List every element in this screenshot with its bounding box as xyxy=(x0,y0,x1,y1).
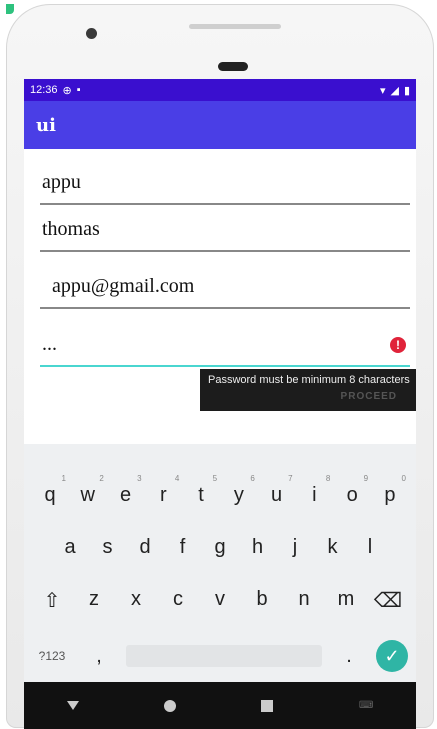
first-name-input[interactable] xyxy=(40,165,410,199)
backspace-icon[interactable]: ⌫ xyxy=(370,588,406,613)
back-icon[interactable] xyxy=(66,701,79,710)
keyboard-row-2: asdfghjkl xyxy=(24,536,416,559)
shift-icon[interactable]: ⇧ xyxy=(34,588,70,613)
check-icon[interactable]: ✓ xyxy=(376,640,408,672)
key-o[interactable]: o9 xyxy=(334,474,370,507)
key-hint: 8 xyxy=(325,474,331,483)
key-hint: 6 xyxy=(250,474,255,483)
key-hint: 1 xyxy=(61,474,66,483)
keyboard-switch-icon[interactable]: ⌨ xyxy=(359,700,373,711)
app-bar: ui xyxy=(24,101,416,149)
key-y[interactable]: y6 xyxy=(221,474,257,507)
key-w[interactable]: w2 xyxy=(70,474,106,507)
key-d[interactable]: d xyxy=(127,536,163,559)
key-hint: 4 xyxy=(174,474,180,483)
key-i[interactable]: i8 xyxy=(296,474,332,507)
key-label: q xyxy=(44,484,56,506)
recording-indicator xyxy=(6,4,14,14)
recent-apps-icon[interactable] xyxy=(261,699,274,712)
status-bar: 12:36 ⊕ ▪ ▾ ◢ ▮ xyxy=(24,79,416,101)
key-a[interactable]: a xyxy=(52,536,88,559)
last-name-field[interactable] xyxy=(40,212,410,252)
key-label: i xyxy=(312,484,317,506)
key-hint: 2 xyxy=(99,474,104,483)
email-field[interactable] xyxy=(40,269,410,309)
error-message: Password must be minimum 8 characters xyxy=(208,374,410,386)
key-f[interactable]: f xyxy=(165,536,201,559)
key-e[interactable]: e3 xyxy=(108,474,144,507)
key-u[interactable]: u7 xyxy=(259,474,295,507)
key-hint: 0 xyxy=(401,474,406,483)
key-label: y xyxy=(233,484,244,506)
key-k[interactable]: k xyxy=(315,536,351,559)
key-label: e xyxy=(119,484,132,506)
key-b[interactable]: b xyxy=(244,588,280,613)
sync-icon: ⊕ xyxy=(62,84,72,97)
key-hint: 5 xyxy=(212,474,218,483)
key-label: r xyxy=(159,484,167,506)
key-label: w xyxy=(80,484,95,506)
error-icon[interactable]: ! xyxy=(390,337,406,353)
period-key[interactable]: . xyxy=(331,645,367,668)
home-icon[interactable] xyxy=(164,699,177,712)
key-label: u xyxy=(271,484,283,506)
earpiece xyxy=(189,24,281,29)
error-tooltip: Password must be minimum 8 characters PR… xyxy=(200,369,416,411)
key-label: p xyxy=(384,484,396,506)
comma-key[interactable]: , xyxy=(81,645,117,668)
symbols-key[interactable]: ?123 xyxy=(32,649,72,663)
key-n[interactable]: n xyxy=(286,588,322,613)
last-name-underline xyxy=(40,250,410,252)
keyboard-row-1: q1w2e3r4t5y6u7i8o9p0 xyxy=(24,474,416,507)
email-input[interactable] xyxy=(40,269,410,303)
proceed-button-behind[interactable]: PROCEED xyxy=(341,390,397,403)
space-bar[interactable] xyxy=(126,645,322,667)
key-s[interactable]: s xyxy=(90,536,126,559)
lock-icon: ▪ xyxy=(76,84,81,96)
key-m[interactable]: m xyxy=(328,588,364,613)
key-x[interactable]: x xyxy=(118,588,154,613)
battery-icon: ▮ xyxy=(403,84,410,97)
device-screen: 12:36 ⊕ ▪ ▾ ◢ ▮ ui ! Password must be mi… xyxy=(24,79,416,729)
signal-icon: ◢ xyxy=(390,84,399,97)
key-label: o xyxy=(346,484,358,506)
front-camera xyxy=(86,28,97,39)
key-z[interactable]: z xyxy=(76,588,112,613)
app-title: ui xyxy=(36,114,56,136)
key-r[interactable]: r4 xyxy=(145,474,181,507)
key-c[interactable]: c xyxy=(160,588,196,613)
key-hint: 9 xyxy=(363,474,369,483)
navigation-bar: ⌨ xyxy=(24,682,416,729)
password-underline xyxy=(40,365,410,367)
wifi-icon: ▾ xyxy=(379,84,386,97)
email-underline xyxy=(40,307,410,309)
keyboard-row-4: ?123 , . ✓ xyxy=(24,640,416,672)
soft-keyboard: q1w2e3r4t5y6u7i8o9p0 asdfghjkl ⇧ zxcvbnm… xyxy=(24,444,416,682)
keyboard-row-3: ⇧ z x c v b n m ⌫ xyxy=(24,588,416,613)
key-j[interactable]: j xyxy=(277,536,313,559)
key-p[interactable]: p0 xyxy=(372,474,408,507)
key-label: t xyxy=(198,484,204,506)
password-input[interactable] xyxy=(40,327,410,361)
key-hint: 3 xyxy=(137,474,142,483)
key-q[interactable]: q1 xyxy=(32,474,68,507)
key-l[interactable]: l xyxy=(352,536,388,559)
key-hint: 7 xyxy=(288,474,293,483)
key-v[interactable]: v xyxy=(202,588,238,613)
key-t[interactable]: t5 xyxy=(183,474,219,507)
last-name-input[interactable] xyxy=(40,212,410,246)
first-name-field[interactable] xyxy=(40,165,410,205)
first-name-underline xyxy=(40,203,410,205)
key-g[interactable]: g xyxy=(202,536,238,559)
proximity-sensor xyxy=(218,62,248,71)
status-time: 12:36 xyxy=(30,84,58,96)
password-field[interactable] xyxy=(40,327,410,367)
key-h[interactable]: h xyxy=(240,536,276,559)
